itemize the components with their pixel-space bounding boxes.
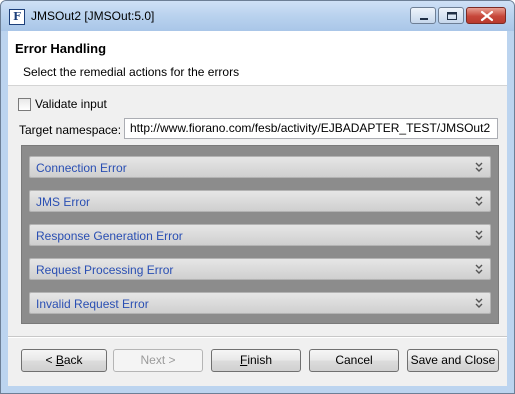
section-label: JMS Error <box>36 195 90 209</box>
double-chevron-down-icon[interactable] <box>475 264 483 275</box>
target-namespace-input[interactable]: http://www.fiorano.com/fesb/activity/EJB… <box>124 118 498 139</box>
double-chevron-down-icon[interactable] <box>475 196 483 207</box>
double-chevron-down-icon[interactable] <box>475 230 483 241</box>
cancel-button[interactable]: Cancel <box>309 349 399 372</box>
dialog-content: Error Handling Select the remedial actio… <box>8 31 507 386</box>
maximize-button[interactable] <box>438 7 464 24</box>
section-label: Response Generation Error <box>36 229 183 243</box>
window-title: JMSOut2 [JMSOut:5.0] <box>31 9 155 23</box>
maximize-icon <box>447 12 457 20</box>
title-bar[interactable]: F JMSOut2 [JMSOut:5.0] <box>1 1 514 31</box>
back-button-prefix: < <box>45 353 56 367</box>
dialog-window: F JMSOut2 [JMSOut:5.0] Error Handling Se… <box>0 0 515 394</box>
error-sections-panel: Connection Error JMS Error Response Gene… <box>21 145 499 324</box>
save-and-close-button[interactable]: Save and Close <box>407 349 499 372</box>
validate-input-label[interactable]: Validate input <box>35 97 107 111</box>
validate-input-checkbox[interactable] <box>18 98 31 111</box>
page-subtitle: Select the remedial actions for the erro… <box>23 65 240 79</box>
minimize-icon <box>420 18 428 20</box>
back-button-mnemonic: B <box>55 353 64 367</box>
section-label: Connection Error <box>36 161 127 175</box>
section-jms-error[interactable]: JMS Error <box>29 190 491 212</box>
minimize-button[interactable] <box>410 7 436 24</box>
close-icon <box>480 10 494 22</box>
section-request-processing-error[interactable]: Request Processing Error <box>29 258 491 280</box>
wizard-header: Error Handling Select the remedial actio… <box>8 31 507 86</box>
section-label: Invalid Request Error <box>36 297 149 311</box>
back-button-label-rest: ack <box>63 353 83 367</box>
target-namespace-label: Target namespace: <box>19 123 122 137</box>
app-icon: F <box>9 9 25 25</box>
back-button[interactable]: < Back <box>21 349 107 372</box>
section-label: Request Processing Error <box>36 263 174 277</box>
section-connection-error[interactable]: Connection Error <box>29 156 491 178</box>
finish-button[interactable]: Finish <box>211 349 301 372</box>
section-invalid-request-error[interactable]: Invalid Request Error <box>29 292 491 314</box>
section-response-generation-error[interactable]: Response Generation Error <box>29 224 491 246</box>
page-title: Error Handling <box>15 41 107 56</box>
finish-button-label-rest: inish <box>247 353 273 367</box>
double-chevron-down-icon[interactable] <box>475 162 483 173</box>
double-chevron-down-icon[interactable] <box>475 298 483 309</box>
button-bar-separator <box>8 336 507 338</box>
next-button[interactable]: Next > <box>113 349 203 372</box>
close-button[interactable] <box>466 7 506 24</box>
